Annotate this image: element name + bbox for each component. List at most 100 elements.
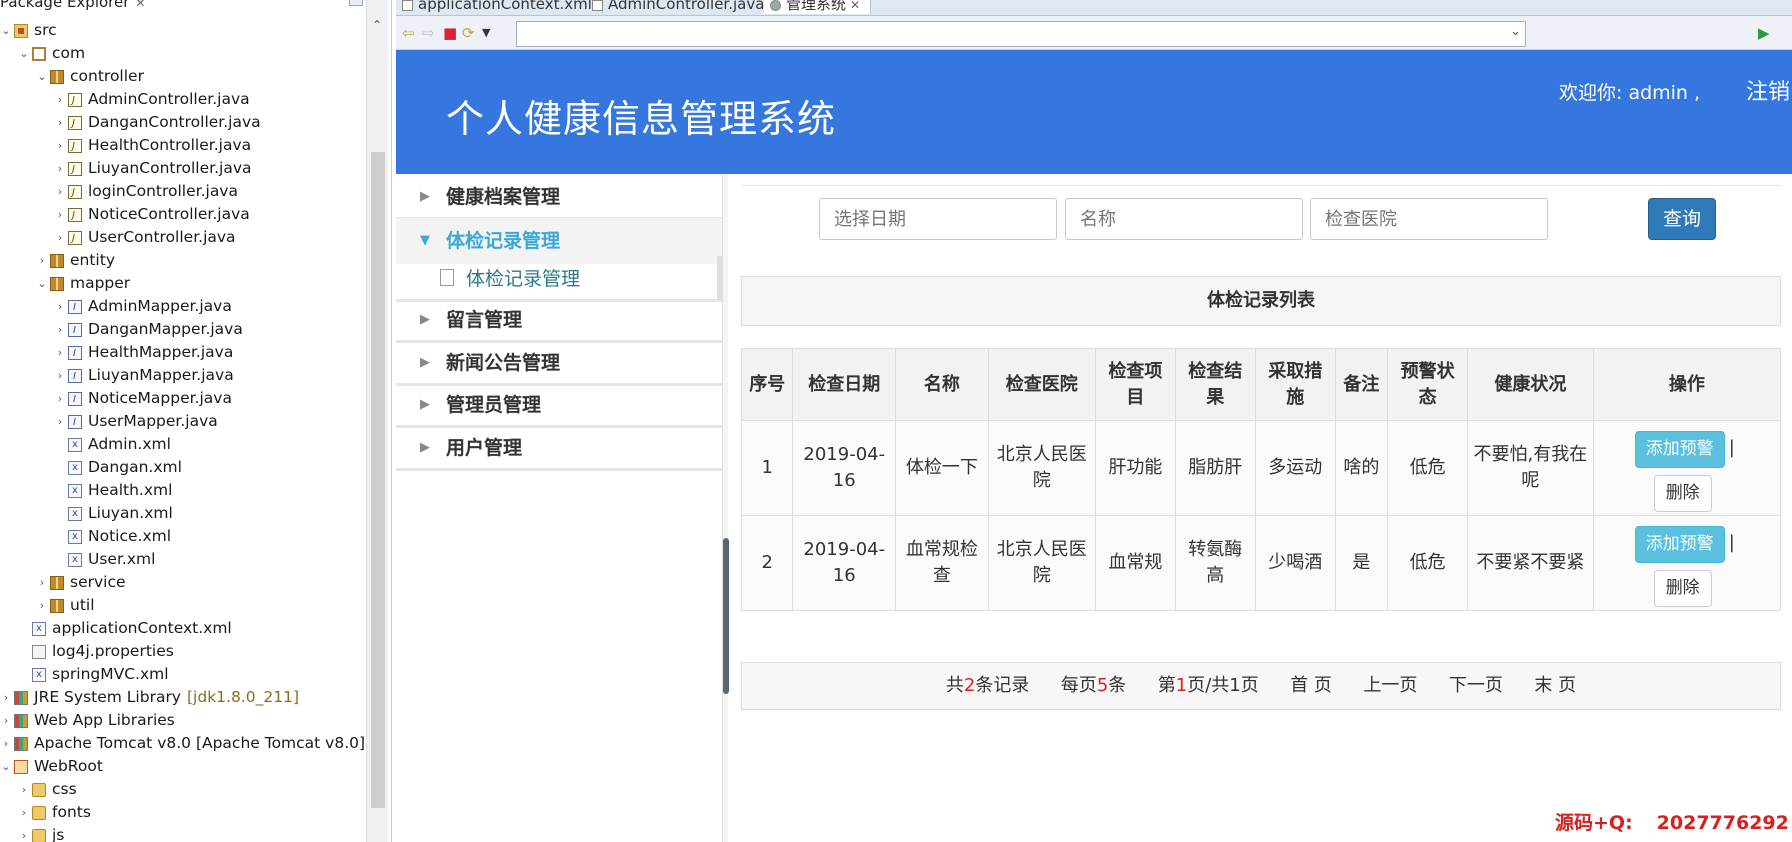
chevron-right-icon[interactable]: ›: [36, 571, 48, 594]
tree-item[interactable]: › LiuyanMapper.java: [0, 364, 366, 388]
chevron-right-icon[interactable]: ›: [54, 203, 66, 226]
chevron-right-icon[interactable]: ›: [54, 387, 66, 410]
submenu-checkup-records[interactable]: 体检记录管理: [396, 256, 722, 302]
logout-link[interactable]: 注销: [1746, 74, 1790, 106]
date-input[interactable]: [819, 198, 1057, 240]
tree-item[interactable]: › DanganController.java: [0, 111, 366, 135]
tab-management-system[interactable]: 管理系统 ✕: [764, 0, 872, 14]
tree-item[interactable]: Health.xml: [0, 479, 366, 502]
go-icon[interactable]: ▶: [1758, 24, 1770, 42]
tree-item[interactable]: › js: [0, 824, 366, 842]
tree-item[interactable]: › service: [0, 571, 366, 594]
chevron-right-icon[interactable]: ›: [54, 318, 66, 341]
chevron-right-icon[interactable]: ›: [54, 226, 66, 249]
back-icon[interactable]: ⇦: [402, 24, 415, 42]
tree-item[interactable]: › fonts: [0, 801, 366, 824]
add-warning-button[interactable]: 添加预警: [1634, 431, 1725, 468]
tree-item[interactable]: › UserMapper.java: [0, 410, 366, 434]
tree-item[interactable]: User.xml: [0, 548, 366, 571]
collapse-all-icon[interactable]: [349, 0, 363, 6]
chevron-down-icon[interactable]: ⌄: [0, 19, 12, 42]
chevron-right-icon[interactable]: ›: [54, 180, 66, 203]
chevron-right-icon[interactable]: ›: [18, 824, 30, 842]
scrollbar-thumb[interactable]: [371, 152, 385, 808]
chevron-right-icon[interactable]: ›: [54, 364, 66, 387]
chevron-right-icon[interactable]: ›: [54, 134, 66, 157]
tab-admin-controller[interactable]: AdminController.java: [586, 0, 776, 14]
tree-item[interactable]: › DanganMapper.java: [0, 318, 366, 342]
prev-page-link[interactable]: 上一页: [1363, 675, 1417, 696]
tree-item[interactable]: › HealthMapper.java: [0, 341, 366, 365]
hospital-input[interactable]: [1310, 198, 1548, 240]
chevron-down-icon[interactable]: ▼: [482, 24, 490, 42]
delete-button[interactable]: 删除: [1653, 570, 1712, 607]
next-page-link[interactable]: 下一页: [1449, 675, 1503, 696]
tree-item[interactable]: › AdminMapper.java: [0, 295, 366, 319]
chevron-right-icon[interactable]: ›: [36, 249, 48, 272]
menu-health-records[interactable]: ▶ 健康档案管理: [396, 174, 722, 220]
tree-item[interactable]: › HealthController.java: [0, 134, 366, 158]
url-input[interactable]: ⌄: [516, 21, 1526, 47]
tree-item[interactable]: › JRE System Library [jdk1.8.0_211]: [0, 686, 366, 709]
tree-item[interactable]: ⌄ mapper: [0, 272, 366, 295]
chevron-right-icon[interactable]: ›: [54, 295, 66, 318]
chevron-down-icon[interactable]: ⌄: [36, 65, 48, 88]
tree-item[interactable]: › AdminController.java: [0, 88, 366, 112]
tree-item[interactable]: › LiuyanController.java: [0, 157, 366, 181]
menu-messages[interactable]: ▶ 留言管理: [396, 297, 722, 343]
add-warning-button[interactable]: 添加预警: [1634, 526, 1725, 563]
name-input[interactable]: [1065, 198, 1303, 240]
close-icon[interactable]: ✕: [135, 0, 145, 10]
chevron-right-icon[interactable]: ›: [36, 594, 48, 617]
chevron-right-icon[interactable]: ›: [54, 410, 66, 433]
menu-users[interactable]: ▶ 用户管理: [396, 425, 722, 471]
refresh-icon[interactable]: ⟳: [462, 24, 475, 42]
forward-icon[interactable]: ⇨: [422, 24, 435, 42]
chevron-down-icon[interactable]: ⌄: [0, 755, 12, 778]
tree-item[interactable]: log4j.properties: [0, 640, 366, 663]
menu-news[interactable]: ▶ 新闻公告管理: [396, 340, 722, 386]
tree-item[interactable]: › NoticeMapper.java: [0, 387, 366, 411]
tree-item[interactable]: › UserController.java: [0, 226, 366, 250]
tree-item[interactable]: Liuyan.xml: [0, 502, 366, 525]
tree-item[interactable]: › NoticeController.java: [0, 203, 366, 227]
tree-item[interactable]: ⌄ controller: [0, 65, 366, 88]
chevron-right-icon[interactable]: ›: [0, 732, 12, 755]
chevron-right-icon[interactable]: ›: [18, 778, 30, 801]
tree-item[interactable]: ⌄ src: [0, 19, 366, 42]
tree-item[interactable]: › Apache Tomcat v8.0 [Apache Tomcat v8.0]: [0, 732, 366, 755]
query-button[interactable]: 查询: [1648, 198, 1716, 240]
frame-splitter[interactable]: [722, 174, 729, 842]
tree-item[interactable]: ⌄ com: [0, 42, 366, 65]
chevron-right-icon[interactable]: ›: [0, 709, 12, 732]
tree-item[interactable]: applicationContext.xml: [0, 617, 366, 640]
last-page-link[interactable]: 末 页: [1534, 675, 1576, 696]
delete-button[interactable]: 删除: [1653, 475, 1712, 512]
tree-item[interactable]: ⌄ WebRoot: [0, 755, 366, 778]
tree-item[interactable]: › util: [0, 594, 366, 617]
chevron-down-icon[interactable]: ⌄: [18, 42, 30, 65]
chevron-right-icon[interactable]: ›: [18, 801, 30, 824]
scroll-up-icon[interactable]: ⌃: [372, 18, 382, 32]
tree-item[interactable]: › entity: [0, 249, 366, 272]
chevron-down-icon[interactable]: ⌄: [1510, 24, 1521, 39]
chevron-right-icon[interactable]: ›: [54, 341, 66, 364]
tree-item[interactable]: Notice.xml: [0, 525, 366, 548]
chevron-right-icon[interactable]: ›: [54, 88, 66, 111]
menu-admins[interactable]: ▶ 管理员管理: [396, 382, 722, 428]
explorer-scrollbar[interactable]: ⌃: [366, 0, 388, 842]
tree-item[interactable]: › css: [0, 778, 366, 801]
tree-item[interactable]: springMVC.xml: [0, 663, 366, 686]
first-page-link[interactable]: 首 页: [1290, 675, 1332, 696]
tree-item[interactable]: › Web App Libraries: [0, 709, 366, 732]
chevron-right-icon[interactable]: ›: [54, 111, 66, 134]
chevron-right-icon[interactable]: ›: [54, 157, 66, 180]
chevron-down-icon[interactable]: ⌄: [36, 272, 48, 295]
tree-item[interactable]: Admin.xml: [0, 433, 366, 456]
close-icon[interactable]: ✕: [850, 0, 860, 12]
chevron-right-icon[interactable]: ›: [0, 686, 12, 709]
tree-item[interactable]: › loginController.java: [0, 180, 366, 204]
splitter-handle[interactable]: [723, 538, 729, 694]
stop-icon[interactable]: ■: [443, 24, 457, 42]
tree-item[interactable]: Dangan.xml: [0, 456, 366, 479]
